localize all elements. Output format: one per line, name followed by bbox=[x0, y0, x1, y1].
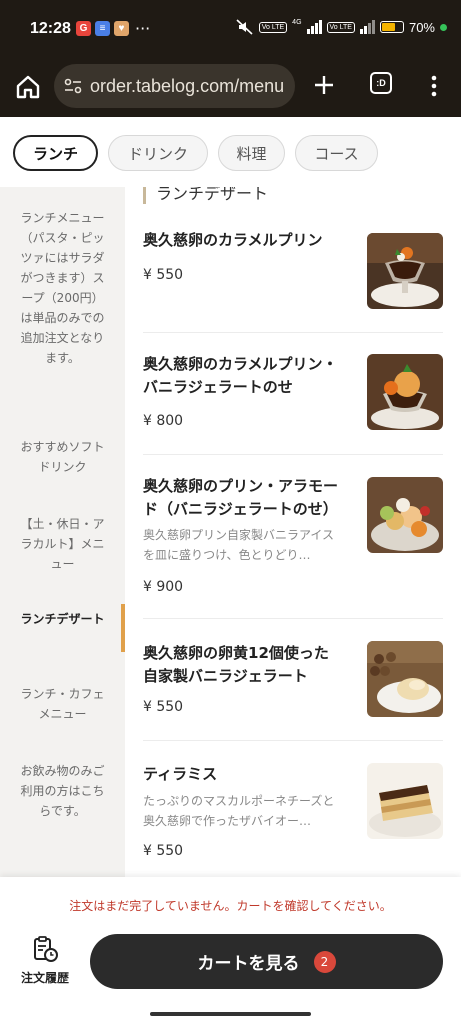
sidebar-item-drinks-only[interactable]: お飲み物のみご利用の方はこちらです。 bbox=[0, 761, 125, 821]
tab-food[interactable]: 料理 bbox=[218, 135, 285, 171]
menu-item[interactable]: 奥久慈卵のカラメルプリン・バニラジェラートのせ ¥ 800 bbox=[143, 333, 443, 455]
battery-icon bbox=[379, 21, 404, 33]
tab-lunch[interactable]: ランチ bbox=[13, 135, 98, 171]
cart-count-badge: 2 bbox=[313, 950, 336, 973]
calendar-app-icon: ≡ bbox=[95, 21, 110, 36]
url-text: order.tabelog.com/menu bbox=[90, 76, 285, 96]
privacy-dot-icon bbox=[440, 23, 447, 31]
network-type: 4G bbox=[292, 19, 302, 26]
order-history-icon bbox=[34, 936, 58, 962]
menu-item-photo bbox=[367, 641, 443, 717]
menu-item-name: 奥久慈卵の卵黄12個使った自家製バニラジェラート bbox=[143, 644, 329, 685]
menu-list: ランチデザート 奥久慈卵のカラメルプリン ¥ 550 奥久慈卵のカラメルプリン・… bbox=[125, 187, 461, 877]
menu-item[interactable]: 奥久慈卵のプリン・アラモード（バニラジェラートのせ） 奥久慈卵プリン自家製バニラ… bbox=[143, 455, 443, 619]
menu-item-description: 奥久慈卵プリン自家製バニラアイスを皿に盛りつけ、色とりどり… bbox=[143, 528, 335, 562]
menu-item-price: ¥ 800 bbox=[143, 413, 184, 429]
menu-item-photo bbox=[367, 477, 443, 553]
home-icon[interactable] bbox=[14, 73, 42, 101]
menu-item-photo bbox=[367, 763, 443, 839]
signal-icon-2 bbox=[359, 20, 375, 34]
view-cart-button[interactable]: カートを見る 2 bbox=[90, 934, 443, 989]
volte-icon-2: Vo LTE bbox=[326, 21, 355, 33]
menu-item-price: ¥ 900 bbox=[143, 579, 184, 595]
menu-item-photo bbox=[367, 354, 443, 430]
signal-icon bbox=[306, 20, 322, 34]
sidebar-item-soft-drinks[interactable]: おすすめソフトドリンク bbox=[0, 437, 125, 477]
tab-course[interactable]: コース bbox=[295, 135, 378, 171]
google-app-icon: G bbox=[76, 21, 91, 36]
menu-item-name: 奥久慈卵のプリン・アラモード（バニラジェラートのせ） bbox=[143, 477, 339, 518]
menu-item-name: 奥久慈卵のカラメルプリン・バニラジェラートのせ bbox=[143, 355, 338, 396]
menu-item[interactable]: 奥久慈卵のカラメルプリン ¥ 550 bbox=[143, 229, 443, 333]
site-settings-icon[interactable] bbox=[64, 78, 82, 94]
gesture-bar[interactable] bbox=[150, 1012, 311, 1016]
sidebar-item-lunch-cafe[interactable]: ランチ・カフェメニュー bbox=[0, 684, 125, 724]
menu-item-description: たっぷりのマスカルポーネチーズと奥久慈卵で作ったザバイオー… bbox=[143, 794, 335, 828]
vanilla-gelato-image bbox=[367, 641, 443, 717]
menu-item[interactable]: ティラミス たっぷりのマスカルポーネチーズと奥久慈卵で作ったザバイオー… ¥ 5… bbox=[143, 741, 443, 877]
browser-toolbar: order.tabelog.com/menu :D bbox=[0, 60, 461, 117]
menu-item[interactable]: 奥久慈卵の卵黄12個使った自家製バニラジェラート ¥ 550 bbox=[143, 619, 443, 741]
section-title: ランチデザート bbox=[143, 187, 268, 204]
tiramisu-image bbox=[367, 763, 443, 839]
menu-item-price: ¥ 550 bbox=[143, 699, 184, 715]
category-tabs: ランチ ドリンク 料理 コース bbox=[0, 117, 461, 187]
order-not-complete-notice: 注文はまだ完了していません。カートを確認してください。 bbox=[69, 899, 392, 913]
volte-icon: Vo LTE bbox=[258, 21, 288, 33]
cart-footer: 注文はまだ完了していません。カートを確認してください。 注文履歴 カートを見る … bbox=[0, 877, 461, 1024]
more-options-icon[interactable] bbox=[426, 73, 442, 99]
menu-item-photo bbox=[367, 233, 443, 309]
new-tab-icon[interactable] bbox=[312, 73, 336, 97]
system-icons: Vo LTE 4G Vo LTE 70% bbox=[236, 19, 447, 35]
address-bar[interactable]: order.tabelog.com/menu bbox=[54, 64, 295, 108]
mute-icon bbox=[236, 19, 253, 35]
menu-item-name: ティラミス bbox=[143, 765, 218, 783]
menu-item-name: 奥久慈卵のカラメルプリン bbox=[143, 231, 323, 249]
order-history-button[interactable]: 注文履歴 bbox=[14, 935, 76, 986]
order-history-label: 注文履歴 bbox=[20, 971, 69, 985]
battery-level bbox=[381, 23, 396, 31]
sidebar-item-weekend-a-la-carte[interactable]: 【土・休日・アラカルト】メニュー bbox=[0, 514, 125, 574]
more-notifications-icon: ··· bbox=[135, 19, 151, 38]
caramel-pudding-image bbox=[367, 233, 443, 309]
notification-icons: G ≡ ♥ ··· bbox=[76, 19, 151, 38]
menu-category-sidebar: ランチメニュー（パスタ・ピッツァにはサラダがつきます）スープ（200円）は単品の… bbox=[0, 187, 125, 877]
battery-percent: 70% bbox=[408, 19, 435, 35]
tab-switcher-button[interactable]: :D bbox=[370, 72, 392, 94]
menu-item-price: ¥ 550 bbox=[143, 267, 184, 283]
menu-item-price: ¥ 550 bbox=[143, 843, 184, 859]
view-cart-label: カートを見る bbox=[197, 954, 300, 974]
pudding-gelato-image bbox=[367, 354, 443, 430]
sidebar-item-lunch-menu[interactable]: ランチメニュー（パスタ・ピッツァにはサラダがつきます）スープ（200円）は単品の… bbox=[0, 208, 125, 368]
pudding-a-la-mode-image bbox=[367, 477, 443, 553]
tab-drink[interactable]: ドリンク bbox=[108, 135, 208, 171]
clock: 12:28 bbox=[30, 20, 71, 37]
sidebar-item-lunch-dessert[interactable]: ランチデザート bbox=[0, 609, 125, 629]
status-bar: 12:28 G ≡ ♥ ··· Vo LTE 4G Vo LTE 70% bbox=[0, 0, 461, 60]
bag-app-icon: ♥ bbox=[114, 21, 129, 36]
